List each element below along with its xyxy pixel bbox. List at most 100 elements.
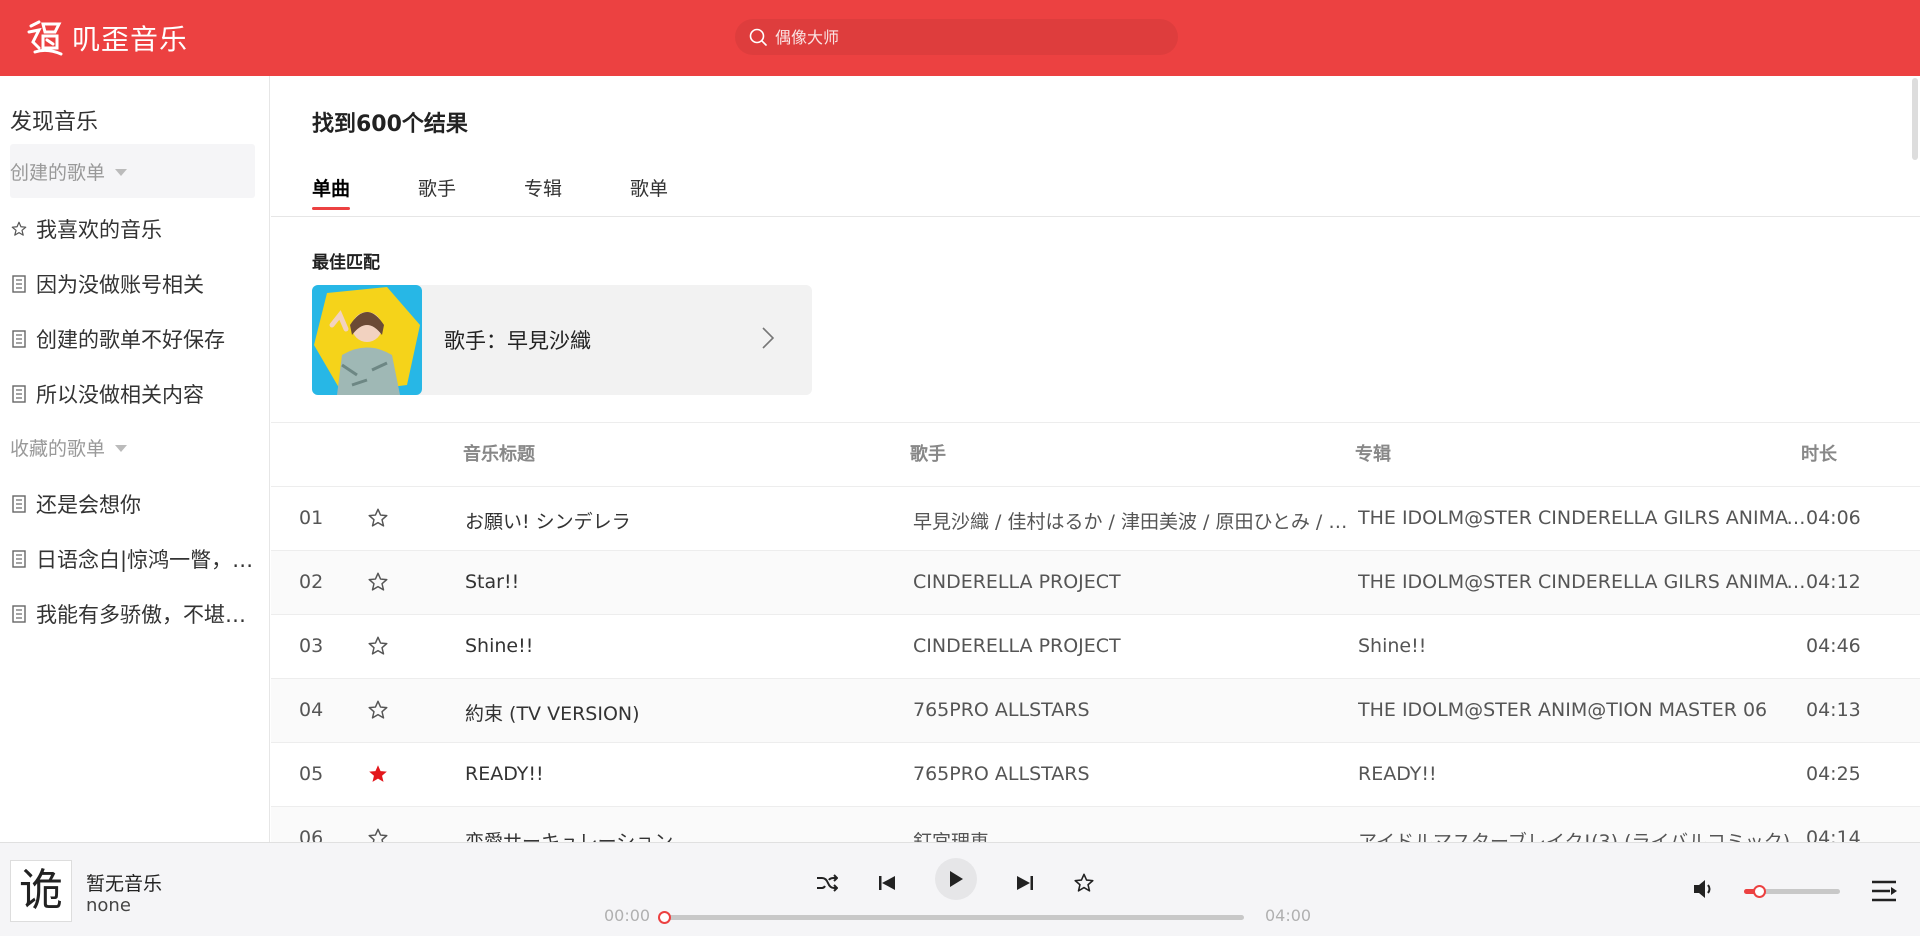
song-artist[interactable]: 765PRO ALLSTARS xyxy=(913,699,1353,721)
player-bar: 诡 暂无音乐 none 00:00 04:00 xyxy=(0,842,1920,936)
song-artist[interactable]: CINDERELLA PROJECT xyxy=(913,571,1353,593)
song-row[interactable]: 02 Star!! CINDERELLA PROJECT THE IDOLM@STER… xyxy=(271,550,1920,614)
next-icon xyxy=(1017,876,1033,890)
song-table-header: 音乐标题 歌手 专辑 时长 xyxy=(271,432,1920,472)
section-label: 创建的歌单 xyxy=(10,161,106,184)
current-time: 00:00 xyxy=(604,906,651,925)
progress-bar[interactable] xyxy=(658,911,1244,924)
song-artist[interactable]: 釘宮理恵 xyxy=(913,827,1353,842)
search-icon xyxy=(749,28,767,46)
star-outline-icon[interactable] xyxy=(365,825,391,842)
song-row[interactable]: 03 Shine!! CINDERELLA PROJECT Shine!! 04:46 xyxy=(271,614,1920,678)
song-artist[interactable]: 早見沙織 / 佳村はるか / 津田美波 / 原田ひとみ / 大橋彩香 xyxy=(913,507,1353,534)
created-playlists-header[interactable]: 创建的歌单 xyxy=(10,144,255,198)
sidebar-item-playlist[interactable]: 创建的歌单不好保存 xyxy=(10,319,265,359)
app-logo[interactable]: 叽歪音乐 xyxy=(24,14,188,62)
sidebar-item-label: 因为没做账号相关 xyxy=(36,273,204,297)
search-input[interactable] xyxy=(775,27,1155,47)
favorited-playlists-header[interactable]: 收藏的歌单 xyxy=(10,420,255,474)
tab-playlists[interactable]: 歌单 xyxy=(630,174,668,214)
playlist-queue-button[interactable] xyxy=(1870,879,1898,907)
playlist-icon xyxy=(10,275,28,293)
volume-icon xyxy=(1694,880,1711,898)
song-album[interactable]: THE IDOLM@STER CINDERELLA GILRS ANIMATIO… xyxy=(1358,507,1810,529)
sidebar: 发现音乐 创建的歌单 我喜欢的音乐 因为没做账号相关 创建的歌单不好保存 所以没… xyxy=(0,76,270,842)
song-title: Star!! xyxy=(465,571,520,593)
col-title-header[interactable]: 音乐标题 xyxy=(463,440,535,466)
result-tabs: 单曲 歌手 专辑 歌单 xyxy=(312,174,736,214)
song-title: 恋愛サーキュレーション xyxy=(465,831,674,842)
tab-artists[interactable]: 歌手 xyxy=(418,174,456,214)
song-row[interactable]: 04 約束 (TV VERSION) 765PRO ALLSTARS THE IDOL… xyxy=(271,678,1920,742)
search-results: 找到600个结果 单曲 歌手 专辑 歌单 最佳匹配 歌手：早見沙織 音乐标题 歌… xyxy=(271,76,1920,842)
current-song-title: 暂无音乐 xyxy=(86,873,163,895)
caret-down-icon xyxy=(115,444,128,452)
progress-handle[interactable] xyxy=(658,911,671,924)
star-outline-icon[interactable] xyxy=(365,569,391,595)
col-album-header[interactable]: 专辑 xyxy=(1355,440,1391,466)
album-cover[interactable]: 诡 xyxy=(10,860,72,922)
play-icon xyxy=(950,871,963,887)
star-filled-icon[interactable] xyxy=(365,761,391,787)
song-duration: 04:14 xyxy=(1806,827,1861,842)
sidebar-item-label: 我能有多骄傲，不堪一击 xyxy=(36,603,265,627)
divider xyxy=(271,216,1920,217)
star-outline-icon[interactable] xyxy=(365,505,391,531)
caret-down-icon xyxy=(115,168,128,176)
tab-songs[interactable]: 单曲 xyxy=(312,174,351,214)
song-index: 01 xyxy=(299,507,324,529)
sidebar-item-label: 创建的歌单不好保存 xyxy=(36,328,225,352)
sidebar-item-playlist[interactable]: 还是会想你 xyxy=(10,484,265,524)
shuffle-button[interactable] xyxy=(810,866,844,900)
chevron-right-icon xyxy=(762,327,775,353)
volume-slider[interactable] xyxy=(1744,885,1840,898)
search-box[interactable] xyxy=(735,19,1178,55)
best-match-label: 最佳匹配 xyxy=(312,253,380,273)
total-time: 04:00 xyxy=(1265,906,1312,925)
top-bar: 叽歪音乐 xyxy=(0,0,1920,76)
next-button[interactable] xyxy=(1008,866,1042,900)
queue-list-icon xyxy=(1872,880,1897,902)
best-match-text: 歌手：早見沙織 xyxy=(444,329,591,353)
scrollbar[interactable] xyxy=(1912,78,1918,160)
sidebar-item-playlist[interactable]: 因为没做账号相关 xyxy=(10,264,265,304)
song-album[interactable]: Shine!! xyxy=(1358,635,1810,657)
sidebar-item-playlist[interactable]: 我能有多骄傲，不堪一击 xyxy=(10,594,265,634)
logo-icon xyxy=(24,17,66,59)
col-duration-header[interactable]: 时长 xyxy=(1801,440,1837,466)
sidebar-item-discover[interactable]: 发现音乐 xyxy=(10,104,98,136)
song-index: 03 xyxy=(299,635,324,657)
star-outline-icon[interactable] xyxy=(365,633,391,659)
best-match-card[interactable]: 歌手：早見沙織 xyxy=(312,285,812,395)
volume-handle[interactable] xyxy=(1753,885,1767,898)
app-name: 叽歪音乐 xyxy=(72,23,189,56)
song-index: 06 xyxy=(299,827,324,842)
song-index: 02 xyxy=(299,571,324,593)
sidebar-item-playlist[interactable]: 所以没做相关内容 xyxy=(10,374,265,414)
song-index: 04 xyxy=(299,699,324,721)
song-artist[interactable]: 765PRO ALLSTARS xyxy=(913,763,1353,785)
song-album[interactable]: THE IDOLM@STER CINDERELLA GILRS ANIMATIO… xyxy=(1358,571,1810,593)
song-title: Shine!! xyxy=(465,635,534,657)
play-button[interactable] xyxy=(935,858,977,900)
playlist-icon xyxy=(10,495,28,513)
song-row[interactable]: 01 お願い! シンデレラ 早見沙織 / 佳村はるか / 津田美波 / 原田ひとみ … xyxy=(271,486,1920,550)
col-artist-header[interactable]: 歌手 xyxy=(910,440,946,466)
song-title: READY!! xyxy=(465,763,544,785)
tab-albums[interactable]: 专辑 xyxy=(524,174,562,214)
like-button[interactable] xyxy=(1067,866,1101,900)
previous-button[interactable] xyxy=(870,866,904,900)
sidebar-item-liked-music[interactable]: 我喜欢的音乐 xyxy=(10,209,265,249)
sidebar-item-label: 还是会想你 xyxy=(36,493,141,517)
song-row[interactable]: 06 恋愛サーキュレーション 釘宮理恵 アイドルマスターブレイク!(3) (ライバルコ… xyxy=(271,806,1920,842)
playlist-icon xyxy=(10,385,28,403)
volume-button[interactable] xyxy=(1692,878,1716,904)
sidebar-item-playlist[interactable]: 日语念白|惊鸿一瞥，入目且深情 xyxy=(10,539,265,579)
song-artist[interactable]: CINDERELLA PROJECT xyxy=(913,635,1353,657)
song-row[interactable]: 05 READY!! 765PRO ALLSTARS READY!! 04:25 xyxy=(271,742,1920,806)
song-duration: 04:06 xyxy=(1806,507,1861,529)
song-album[interactable]: READY!! xyxy=(1358,763,1810,785)
song-album[interactable]: THE IDOLM@STER ANIM@TION MASTER 06 xyxy=(1358,699,1810,721)
star-outline-icon[interactable] xyxy=(365,697,391,723)
song-album[interactable]: アイドルマスターブレイク!(3) (ライバルコミック) xyxy=(1358,827,1810,842)
